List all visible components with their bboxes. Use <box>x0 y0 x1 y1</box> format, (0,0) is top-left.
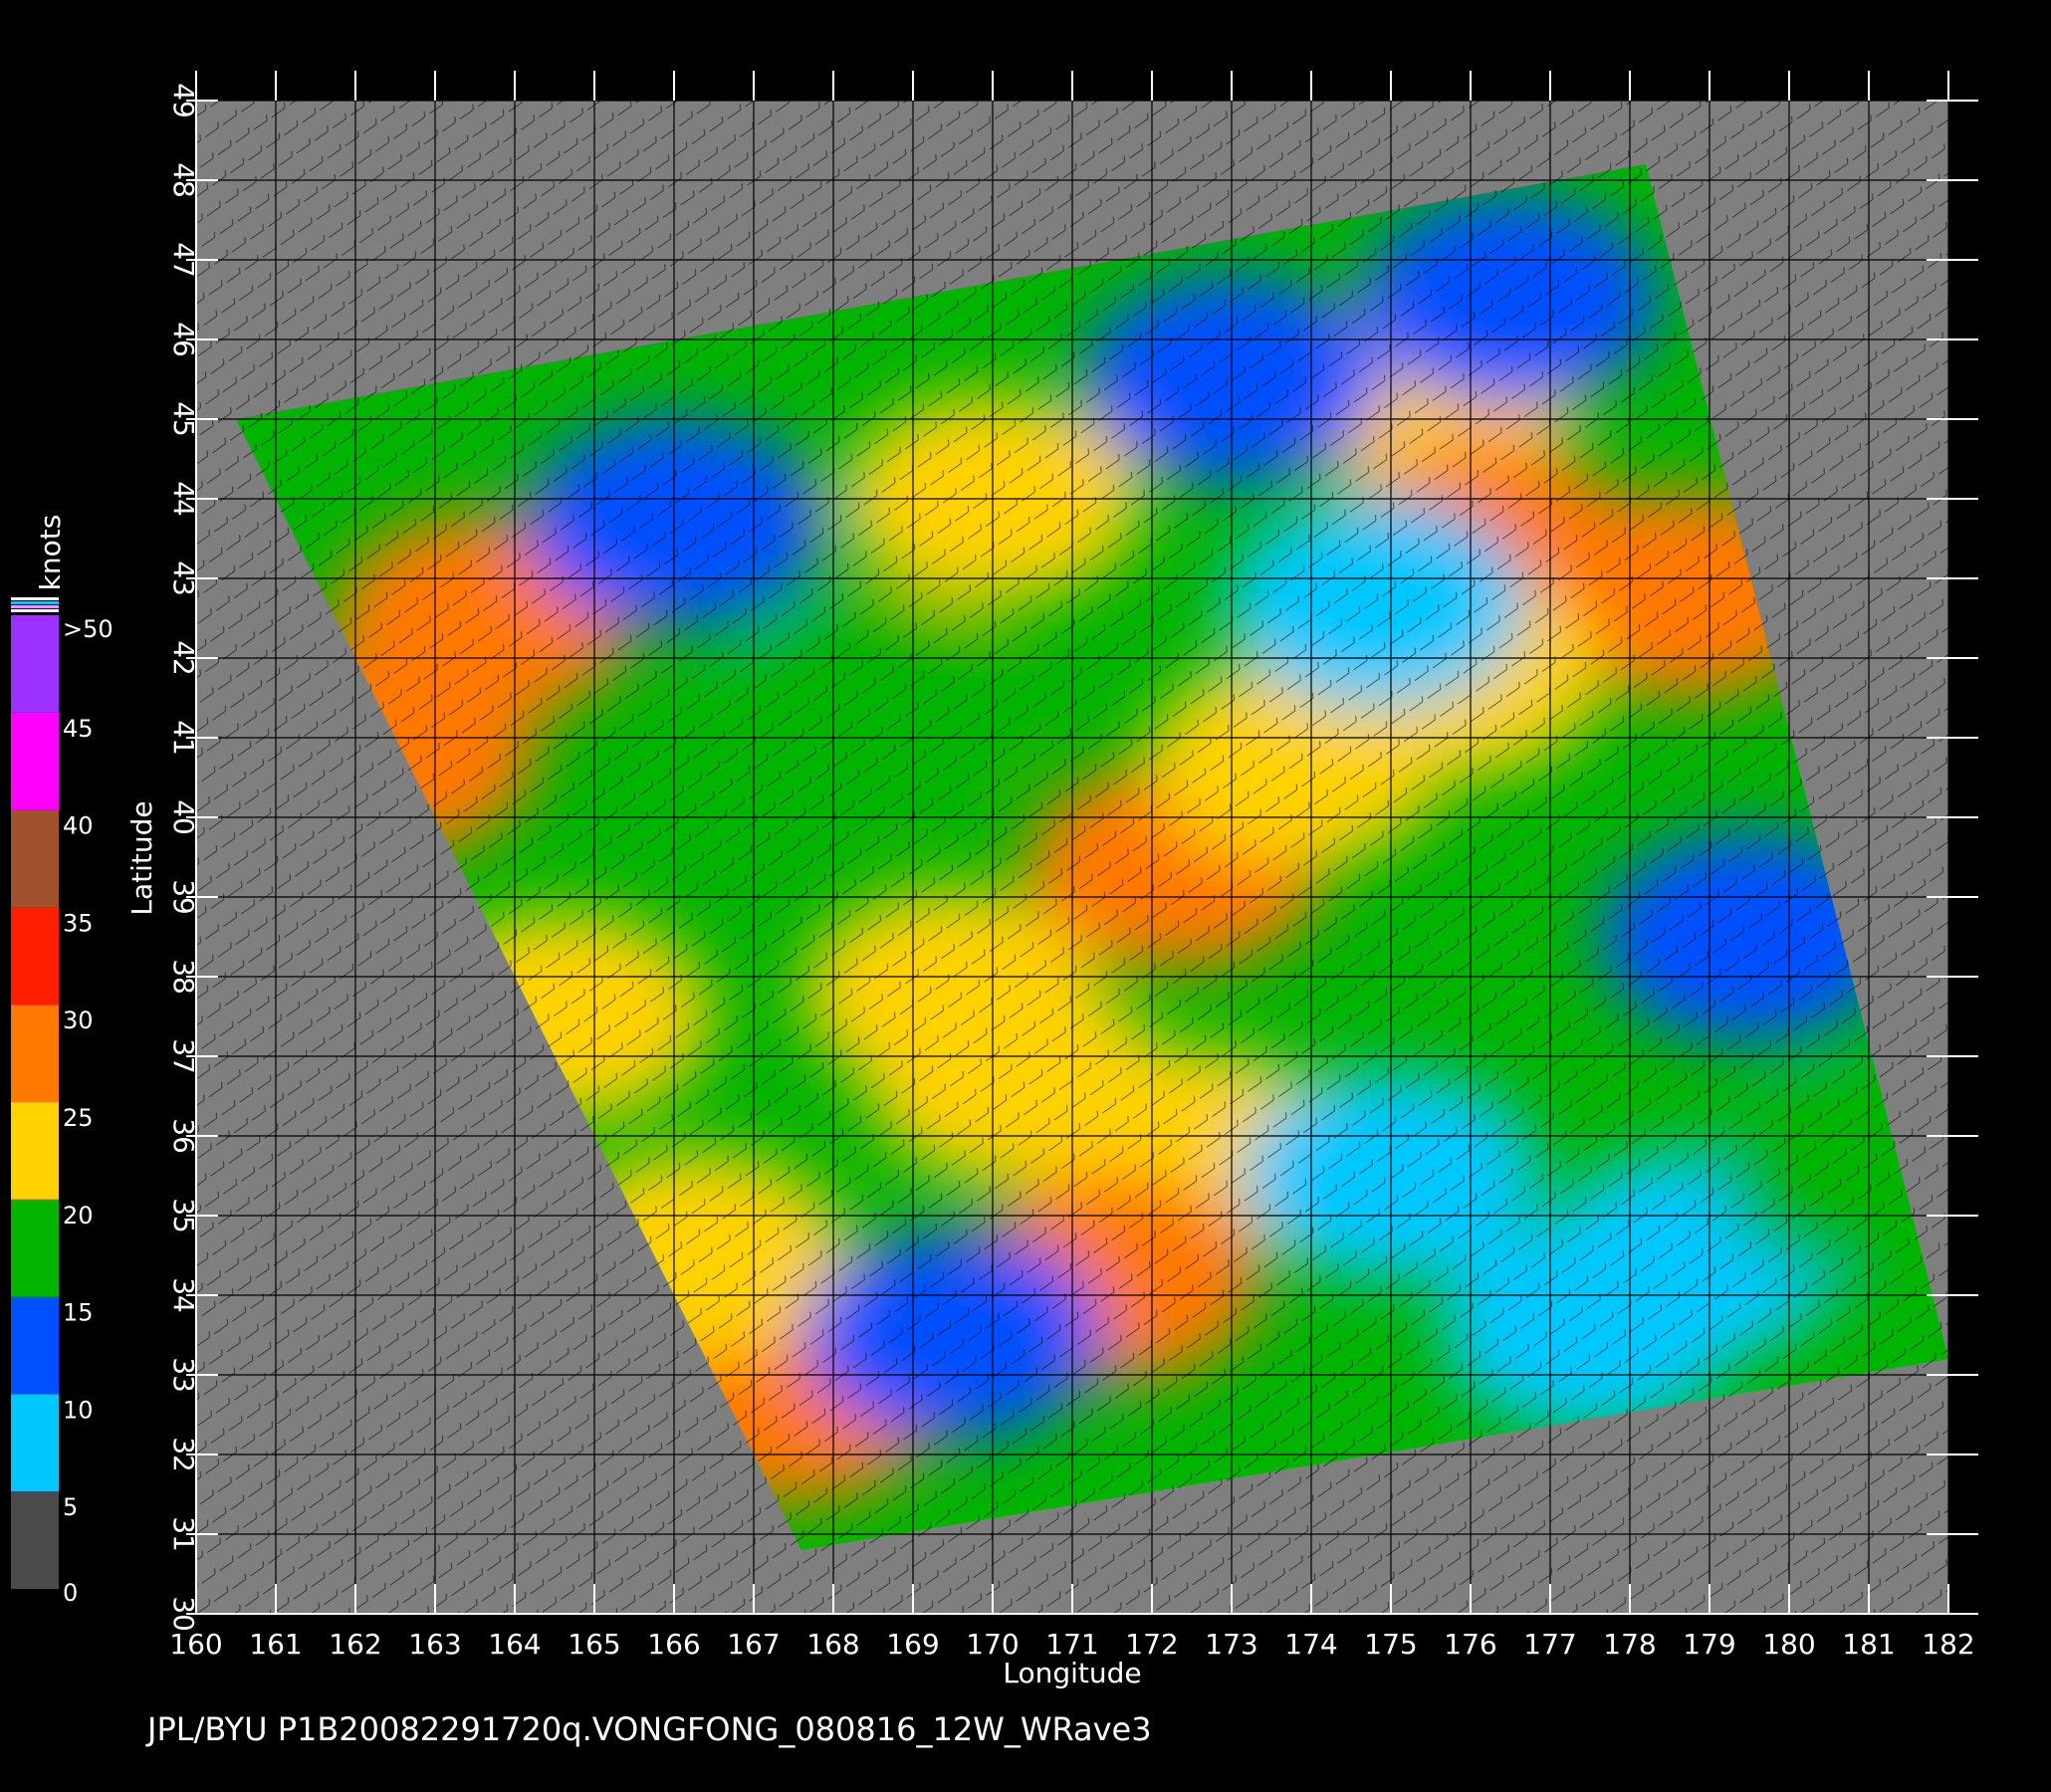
y-tick-label: 42 <box>167 640 200 676</box>
legend-swatch <box>11 907 59 1006</box>
legend-tick-label: 30 <box>63 1007 94 1034</box>
x-tick-label: 173 <box>1205 1628 1257 1661</box>
legend-tick-label: 20 <box>63 1202 94 1230</box>
y-tick-label: 44 <box>167 481 200 517</box>
legend-swatch <box>11 1102 59 1200</box>
legend-swatch <box>11 1296 59 1395</box>
legend-tick-label: >50 <box>63 615 114 643</box>
y-tick-label: 43 <box>167 560 200 596</box>
x-tick-label: 180 <box>1762 1628 1815 1661</box>
y-tick-label: 31 <box>167 1516 200 1552</box>
y-tick-label: 39 <box>167 879 200 915</box>
x-tick-label: 176 <box>1444 1628 1496 1661</box>
x-tick-label: 174 <box>1284 1628 1337 1661</box>
legend-tick-label: 10 <box>63 1396 94 1424</box>
y-tick-label: 35 <box>167 1198 200 1233</box>
x-tick-label: 165 <box>568 1628 620 1661</box>
legend-swatch <box>11 1199 59 1297</box>
legend-tick-label: 45 <box>63 715 94 743</box>
legend-tick-label: 35 <box>63 909 94 937</box>
legend-tick-label: 25 <box>63 1104 94 1132</box>
x-tick-label: 178 <box>1603 1628 1656 1661</box>
legend-swatch <box>11 1394 59 1492</box>
legend-swatch <box>11 1491 59 1589</box>
y-tick-label: 34 <box>167 1277 200 1313</box>
x-tick-label: 169 <box>886 1628 939 1661</box>
x-tick-label: 175 <box>1364 1628 1417 1661</box>
legend-overflow-stripe <box>11 605 59 608</box>
x-tick-label: 160 <box>169 1628 222 1661</box>
y-tick-label: 33 <box>167 1357 200 1393</box>
x-tick-label: 161 <box>249 1628 302 1661</box>
y-tick-label: 45 <box>167 401 200 437</box>
y-tick-label: 46 <box>167 322 200 357</box>
y-tick-label: 30 <box>167 1596 200 1632</box>
legend-overflow-stripe <box>11 609 59 612</box>
y-tick-label: 36 <box>167 1118 200 1154</box>
x-tick-label: 181 <box>1842 1628 1895 1661</box>
legend-swatch <box>11 712 59 810</box>
x-tick-label: 162 <box>329 1628 381 1661</box>
y-tick-label: 32 <box>167 1437 200 1472</box>
legend-tick-label: 15 <box>63 1299 94 1327</box>
y-tick-label: 40 <box>167 799 200 835</box>
wind-speed-legend: >50 45 40 35 30 25 20 15 10 5 0 <box>11 597 114 1607</box>
x-tick-label: 166 <box>647 1628 700 1661</box>
wind-map-figure: 160 161 162 163 164 165 166 167 168 169 170 171 172 1… <box>11 71 1978 1689</box>
y-tick-label: 41 <box>167 720 200 756</box>
legend-tick-label: 5 <box>63 1493 78 1521</box>
legend-unit-label: knots <box>34 515 67 591</box>
figure-caption: JPL/BYU P1B20082291720q.VONGFONG_080816_… <box>147 1710 1152 1748</box>
y-tick-label: 38 <box>167 959 200 995</box>
x-tick-label: 168 <box>806 1628 859 1661</box>
y-tick-label: 49 <box>167 83 200 118</box>
legend-tick-label: 40 <box>63 812 94 840</box>
legend-tick-label: 0 <box>63 1579 78 1607</box>
x-tick-label: 179 <box>1683 1628 1735 1661</box>
legend-overflow-stripe <box>11 601 59 604</box>
legend-overflow-stripe <box>11 597 59 600</box>
y-tick-label: 47 <box>167 242 200 278</box>
legend-swatch <box>11 1005 59 1102</box>
x-axis-title: Longitude <box>1003 1657 1141 1689</box>
x-tick-label: 182 <box>1922 1628 1974 1661</box>
x-tick-label: 177 <box>1523 1628 1576 1661</box>
x-tick-label: 164 <box>488 1628 541 1661</box>
legend-swatch <box>11 809 59 908</box>
y-tick-label: 37 <box>167 1038 200 1074</box>
y-tick-label: 48 <box>167 162 200 198</box>
y-axis-title: Latitude <box>125 800 158 915</box>
legend-swatch <box>11 615 59 713</box>
x-tick-label: 167 <box>727 1628 780 1661</box>
x-tick-label: 163 <box>408 1628 461 1661</box>
